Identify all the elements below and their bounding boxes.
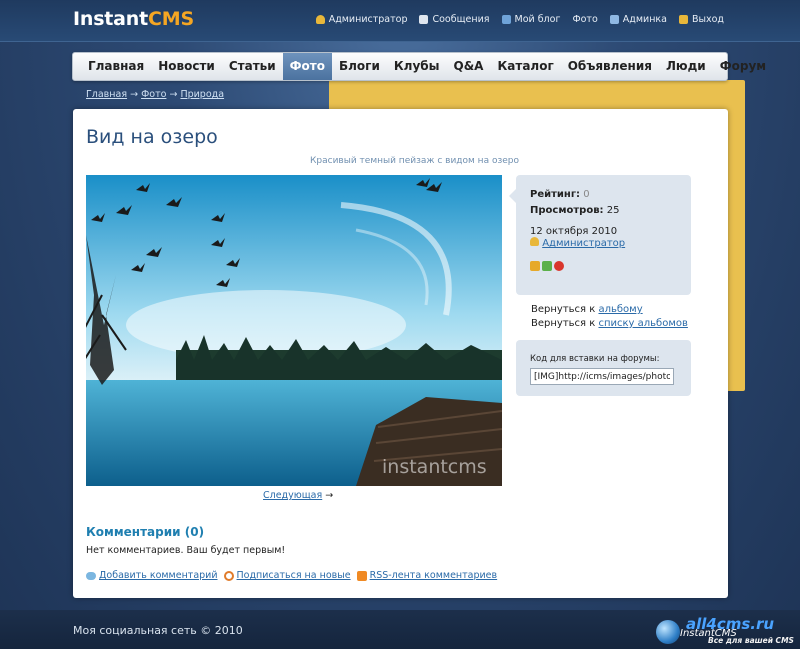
- comment-actions: Добавить комментарий Подписаться на новы…: [86, 570, 497, 581]
- embed-code-label: Код для вставки на форумы:: [530, 354, 660, 364]
- rating-row: Рейтинг: 0: [530, 189, 677, 200]
- rating-value: 0: [583, 189, 590, 200]
- breadcrumb-separator: →: [169, 89, 178, 100]
- image-watermark: instantcms: [382, 456, 487, 478]
- nav-item-clubs[interactable]: Клубы: [387, 53, 447, 80]
- exit-icon: [678, 15, 688, 24]
- nav-item-photo[interactable]: Фото: [282, 53, 332, 80]
- user-menu-profile[interactable]: Администратор: [315, 14, 408, 25]
- breadcrumb: Главная → Фото → Природа: [86, 89, 224, 100]
- nav-item-catalog[interactable]: Каталог: [490, 53, 560, 80]
- views-label: Просмотров:: [530, 205, 604, 216]
- footer: Моя социальная сеть © 2010 InstantCMS al…: [0, 610, 800, 649]
- photo-caption: Красивый темный пейзаж с видом на озеро: [310, 156, 519, 166]
- author-link[interactable]: Администратор: [542, 238, 625, 249]
- user-menu-label: Фото: [572, 14, 598, 25]
- user-menu-label: Администратор: [328, 14, 408, 25]
- nav-item-articles[interactable]: Статьи: [222, 53, 283, 80]
- nav-item-news[interactable]: Новости: [151, 53, 222, 80]
- add-comment-link[interactable]: Добавить комментарий: [99, 570, 218, 581]
- user-menu-blog[interactable]: Мой блог: [501, 14, 561, 25]
- arrow-right-icon: →: [325, 490, 334, 501]
- rss-icon: [356, 570, 367, 581]
- user-menu-label: Админка: [622, 14, 667, 25]
- rating-label: Рейтинг:: [530, 189, 581, 200]
- move-icon[interactable]: [542, 261, 552, 271]
- globe-icon: [656, 620, 680, 644]
- footer-copyright: Моя социальная сеть © 2010: [73, 624, 243, 637]
- comments-title: Комментарии (0): [86, 525, 205, 539]
- comment-icon: [86, 571, 96, 580]
- rss-comments: RSS-лента комментариев: [356, 570, 498, 581]
- watermark-tagline: Все для вашей CMS: [708, 636, 794, 645]
- user-menu-label: Сообщения: [432, 14, 490, 25]
- photo-image[interactable]: instantcms: [86, 175, 502, 486]
- back-links: Вернуться к альбому Вернуться к списку а…: [531, 303, 688, 331]
- nav-item-qa[interactable]: Q&A: [447, 53, 491, 80]
- subscribe-icon: [223, 570, 234, 581]
- user-menu: Администратор Сообщения Мой блог Фото Ад…: [315, 14, 745, 391]
- embed-code-input[interactable]: [530, 368, 674, 385]
- photo-tools: [530, 261, 677, 271]
- user-menu-messages[interactable]: Сообщения: [419, 14, 490, 25]
- author-row: Администратор: [530, 237, 677, 249]
- add-comment: Добавить комментарий: [86, 570, 218, 581]
- nav-item-home[interactable]: Главная: [81, 53, 151, 80]
- user-menu-label: Мой блог: [514, 14, 561, 25]
- admin-panel-icon: [609, 15, 619, 24]
- subscribe-link[interactable]: Подписаться на новые: [237, 570, 351, 581]
- nav-item-blogs[interactable]: Блоги: [332, 53, 387, 80]
- top-bar: InstantCMS Администратор Сообщения Мой б…: [0, 0, 800, 391]
- breadcrumb-photo[interactable]: Фото: [141, 89, 166, 100]
- user-menu-admin[interactable]: Админка: [609, 14, 667, 25]
- embed-code-box: Код для вставки на форумы:: [516, 340, 691, 396]
- content-panel: Вид на озеро Красивый темный пейзаж с ви…: [73, 109, 728, 598]
- nav-item-people[interactable]: Люди: [659, 53, 713, 80]
- breadcrumb-nature[interactable]: Природа: [180, 89, 224, 100]
- logo-text-part2: CMS: [148, 8, 194, 30]
- rss-link[interactable]: RSS-лента комментариев: [370, 570, 498, 581]
- nav-item-forum[interactable]: Форум: [713, 53, 773, 80]
- delete-icon[interactable]: [554, 261, 564, 271]
- photo-date: 12 октября 2010: [530, 226, 618, 237]
- views-value: 25: [606, 205, 620, 216]
- breadcrumb-separator: →: [130, 89, 139, 100]
- logo-text-part1: Instant: [73, 8, 149, 30]
- user-icon: [530, 237, 539, 246]
- user-menu-exit[interactable]: Выход: [678, 14, 724, 25]
- back-prefix: Вернуться к: [531, 318, 596, 329]
- watermark-site: all4cms.ru: [686, 615, 775, 633]
- subscribe-comments: Подписаться на новые: [223, 570, 351, 581]
- back-to-album: Вернуться к альбому: [531, 303, 688, 317]
- breadcrumb-home[interactable]: Главная: [86, 89, 127, 100]
- blog-icon: [501, 15, 511, 24]
- lake-landscape-image: instantcms: [86, 175, 502, 486]
- back-album-link[interactable]: альбому: [598, 304, 642, 315]
- photo-info-box: Рейтинг: 0 Просмотров: 25 12 октября 201…: [509, 175, 691, 295]
- site-logo[interactable]: InstantCMS: [73, 8, 194, 30]
- edit-icon[interactable]: [530, 261, 540, 271]
- views-row: Просмотров: 25: [530, 205, 677, 216]
- comments-empty-text: Нет комментариев. Ваш будет первым!: [86, 545, 286, 556]
- page-title: Вид на озеро: [86, 126, 218, 148]
- mail-icon: [419, 15, 429, 24]
- next-photo-link[interactable]: Следующая: [263, 490, 322, 501]
- nav-item-ads[interactable]: Объявления: [561, 53, 659, 80]
- watermark-logo: InstantCMS all4cms.ru Все для вашей CMS: [656, 614, 800, 648]
- user-menu-label: Выход: [691, 14, 724, 25]
- main-nav: Главная Новости Статьи Фото Блоги Клубы …: [72, 52, 766, 81]
- next-photo: Следующая →: [263, 490, 333, 501]
- user-menu-photo[interactable]: Фото: [328, 14, 745, 391]
- back-prefix: Вернуться к: [531, 304, 596, 315]
- back-album-list-link[interactable]: списку альбомов: [598, 318, 687, 329]
- back-to-album-list: Вернуться к списку альбомов: [531, 317, 688, 331]
- user-icon: [315, 15, 325, 24]
